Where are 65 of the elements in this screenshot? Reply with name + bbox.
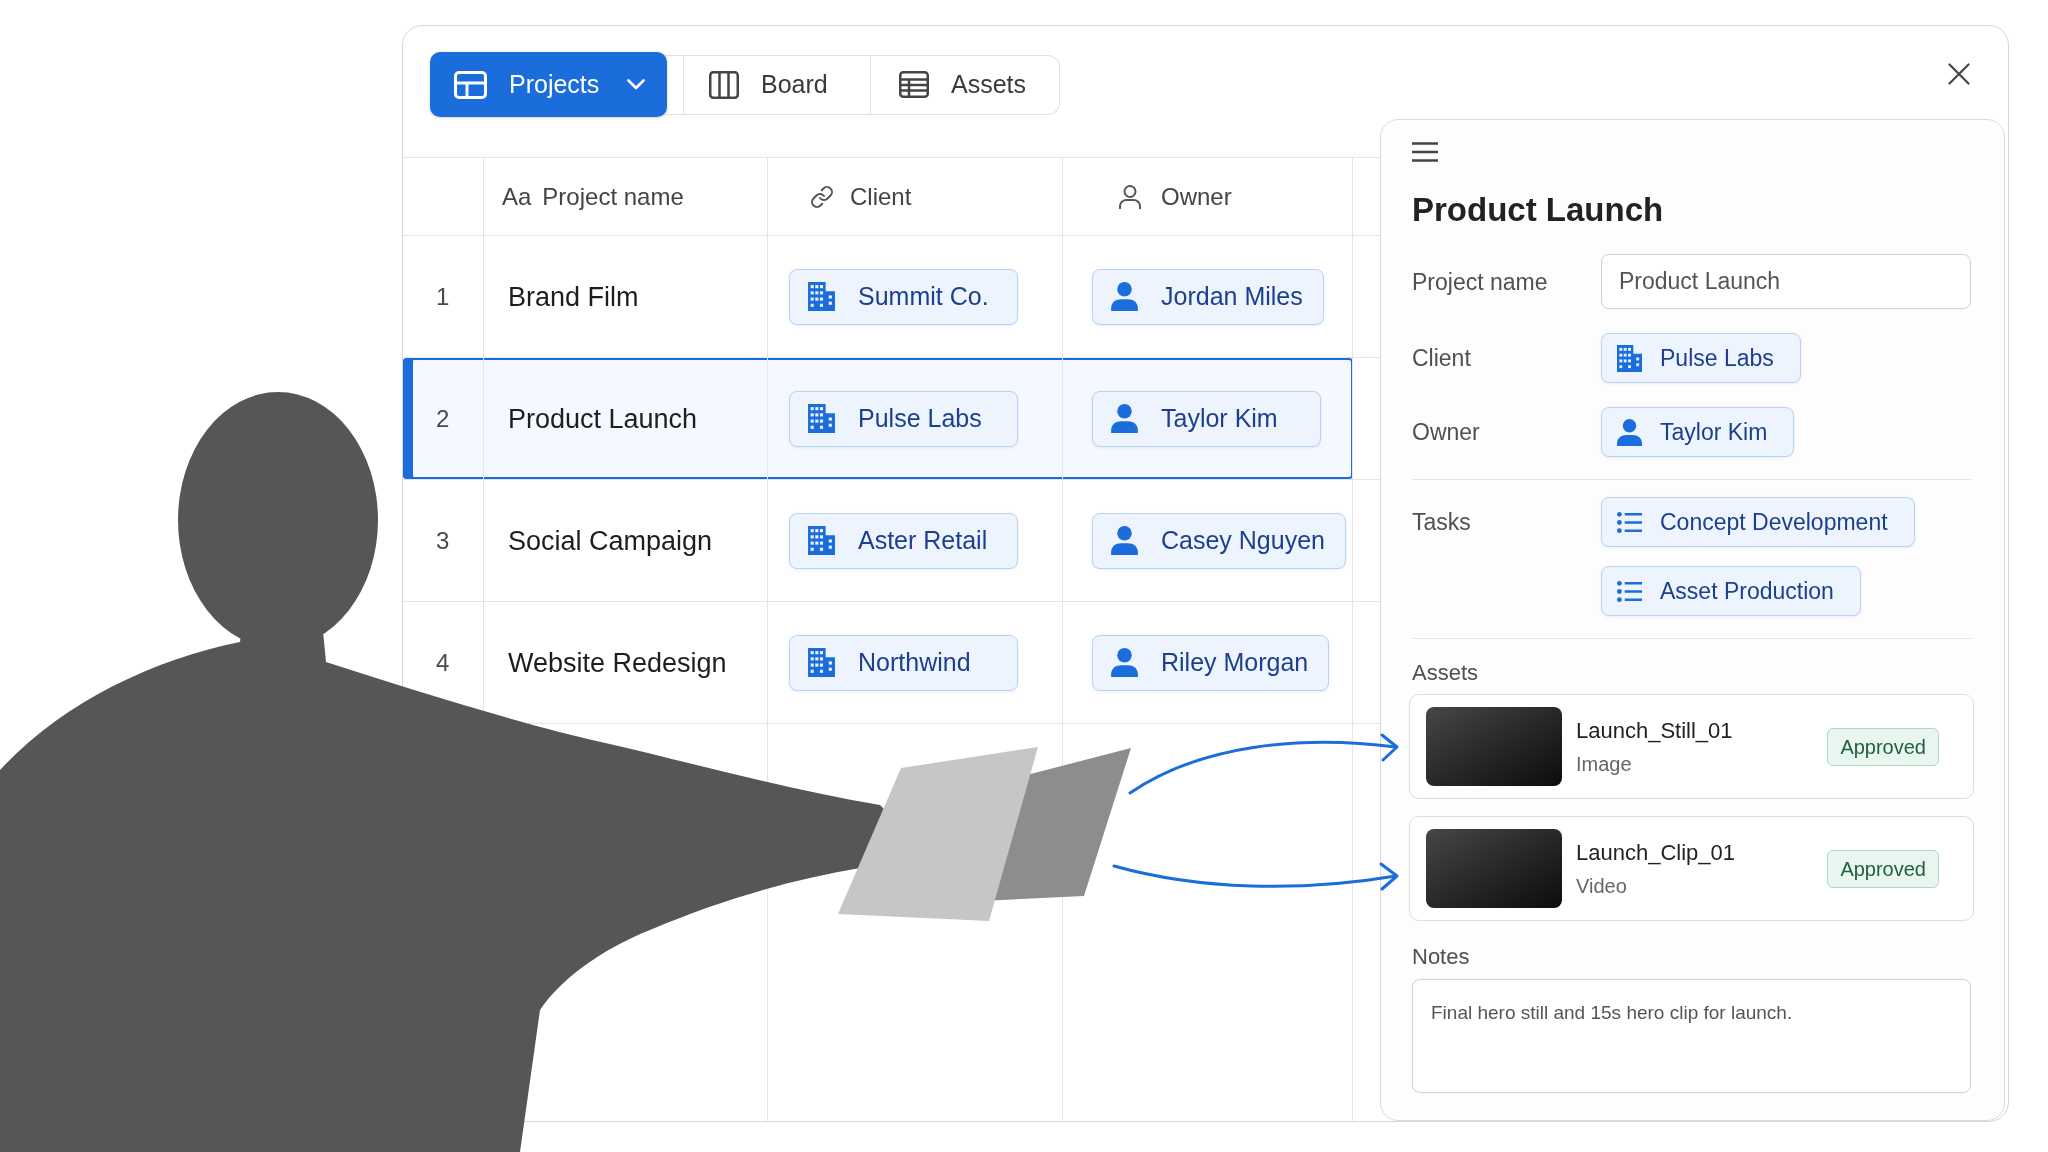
task-chip[interactable]: Asset Production xyxy=(1601,566,1861,616)
status-badge: Approved xyxy=(1827,849,1939,888)
client-chip[interactable]: Summit Co. xyxy=(789,268,1018,325)
client-chip[interactable]: Aster Retail xyxy=(789,512,1018,569)
person-icon xyxy=(1111,282,1138,311)
row-number: 4 xyxy=(436,648,450,677)
owner-chip[interactable]: Taylor Kim xyxy=(1092,390,1321,447)
field-label: Owner xyxy=(1412,418,1480,446)
owner-chip[interactable]: Jordan Miles xyxy=(1092,268,1324,325)
client-chip[interactable]: Pulse Labs xyxy=(789,390,1018,447)
link-icon xyxy=(811,185,833,208)
building-icon xyxy=(808,526,835,555)
client-chip[interactable]: Pulse Labs xyxy=(1601,333,1801,383)
row-number: 2 xyxy=(436,404,450,433)
building-icon xyxy=(1617,344,1642,372)
asset-name: Launch_Still_01 xyxy=(1576,717,1733,745)
status-badge: Approved xyxy=(1827,727,1939,766)
board-columns-icon xyxy=(709,70,739,99)
field-label: Project name xyxy=(1412,267,1548,296)
row-number: 3 xyxy=(436,526,450,555)
client-chip[interactable]: Northwind xyxy=(789,634,1018,691)
field-label: Tasks xyxy=(1412,508,1471,536)
text-field[interactable]: Product Launch xyxy=(1601,254,1971,309)
task-chip[interactable]: Concept Development xyxy=(1601,497,1915,547)
person-icon xyxy=(1617,418,1642,446)
panel-title: Product Launch xyxy=(1412,190,1665,230)
close-icon[interactable] xyxy=(1948,63,1970,85)
section-label: Notes xyxy=(1412,943,1471,971)
field-label: Client xyxy=(1412,344,1471,372)
owner-chip[interactable]: Riley Morgan xyxy=(1092,634,1330,691)
table-layout-icon xyxy=(454,70,487,99)
building-icon xyxy=(808,404,835,433)
field-type-label: Aa xyxy=(502,184,532,209)
project-name: Product Launch xyxy=(508,402,698,435)
person-icon xyxy=(1119,184,1141,209)
column-header[interactable]: Project name xyxy=(542,184,684,209)
owner-chip[interactable]: Casey Nguyen xyxy=(1092,512,1346,569)
view-tab[interactable]: Projects xyxy=(430,52,667,117)
row-number: 1 xyxy=(436,282,450,311)
menu-icon[interactable] xyxy=(1412,142,1438,162)
owner-chip[interactable]: Taylor Kim xyxy=(1601,407,1795,457)
person-icon xyxy=(1111,404,1138,433)
asset-type: Video xyxy=(1576,874,1628,898)
table-row[interactable]: 4 Website Redesign Northwind Riley Morgan xyxy=(403,602,1353,723)
table-row[interactable]: 1 Brand Film Summit Co. Jordan Miles xyxy=(403,236,1353,357)
notes-field[interactable]: Final hero still and 15s hero clip for launch. xyxy=(1412,979,1971,1093)
section-label: Assets xyxy=(1412,659,1480,687)
building-icon xyxy=(808,282,835,311)
person-icon xyxy=(1111,526,1138,555)
table-icon xyxy=(899,71,929,98)
column-header[interactable]: Client xyxy=(850,184,912,209)
project-name: Brand Film xyxy=(508,280,639,313)
project-name: Website Redesign xyxy=(508,646,727,679)
table-row[interactable]: 3 Social Campaign Aster Retail Casey Nguyen xyxy=(403,480,1353,601)
asset-name: Launch_Clip_01 xyxy=(1576,839,1736,867)
asset-card[interactable]: Launch_Still_01 Image Approved xyxy=(1409,694,1974,799)
person-icon xyxy=(1111,648,1138,677)
table-row[interactable]: 2 Product Launch Pulse Labs Taylor Kim xyxy=(403,358,1353,479)
asset-card[interactable]: Launch_Clip_01 Video Approved xyxy=(1409,816,1974,921)
building-icon xyxy=(808,648,835,677)
view-tab[interactable]: Assets xyxy=(870,55,1059,114)
view-tab[interactable]: Board xyxy=(683,55,870,114)
project-name: Social Campaign xyxy=(508,524,713,557)
asset-type: Image xyxy=(1576,752,1633,776)
column-header[interactable]: Owner xyxy=(1161,184,1232,209)
